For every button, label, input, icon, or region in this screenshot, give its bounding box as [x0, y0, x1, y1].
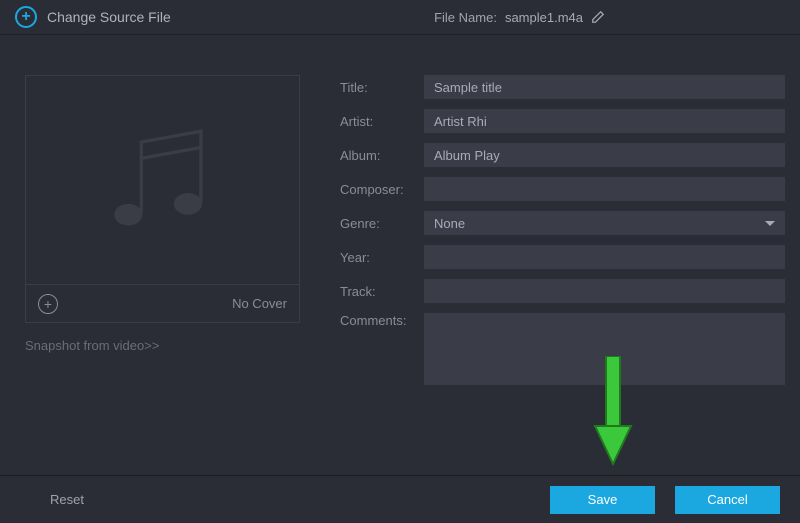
artist-input[interactable]	[424, 109, 785, 133]
header: Change Source File File Name: sample1.m4…	[0, 0, 800, 35]
metadata-form: Title: Artist: Album: Composer: Genre: N…	[340, 75, 785, 395]
cover-panel: No Cover Snapshot from video>>	[25, 75, 300, 395]
genre-value: None	[434, 216, 465, 231]
comments-textarea[interactable]	[424, 313, 785, 385]
file-name-label: File Name:	[434, 10, 497, 25]
composer-input[interactable]	[424, 177, 785, 201]
change-source-file-button[interactable]: Change Source File	[15, 6, 171, 28]
comments-label: Comments:	[340, 313, 412, 328]
content-area: No Cover Snapshot from video>> Title: Ar…	[0, 35, 800, 395]
track-label: Track:	[340, 284, 412, 299]
year-label: Year:	[340, 250, 412, 265]
change-source-label: Change Source File	[47, 9, 171, 25]
album-label: Album:	[340, 148, 412, 163]
year-input[interactable]	[424, 245, 785, 269]
cancel-button[interactable]: Cancel	[675, 486, 780, 514]
chevron-down-icon	[765, 221, 775, 226]
footer: Reset Save Cancel	[0, 475, 800, 523]
edit-pencil-icon[interactable]	[591, 10, 605, 24]
snapshot-from-video-link[interactable]: Snapshot from video>>	[25, 338, 300, 353]
track-input[interactable]	[424, 279, 785, 303]
add-cover-icon[interactable]	[38, 294, 58, 314]
genre-select[interactable]: None	[424, 211, 785, 235]
reset-button[interactable]: Reset	[50, 492, 84, 507]
plus-circle-icon	[15, 6, 37, 28]
title-input[interactable]	[424, 75, 785, 99]
cover-preview	[25, 75, 300, 285]
cover-toolbar: No Cover	[25, 285, 300, 323]
no-cover-label: No Cover	[232, 296, 287, 311]
genre-label: Genre:	[340, 216, 412, 231]
artist-label: Artist:	[340, 114, 412, 129]
save-button[interactable]: Save	[550, 486, 655, 514]
file-name-display: File Name: sample1.m4a	[434, 10, 605, 25]
composer-label: Composer:	[340, 182, 412, 197]
music-note-icon	[98, 115, 228, 245]
album-input[interactable]	[424, 143, 785, 167]
file-name-value: sample1.m4a	[505, 10, 583, 25]
title-label: Title:	[340, 80, 412, 95]
